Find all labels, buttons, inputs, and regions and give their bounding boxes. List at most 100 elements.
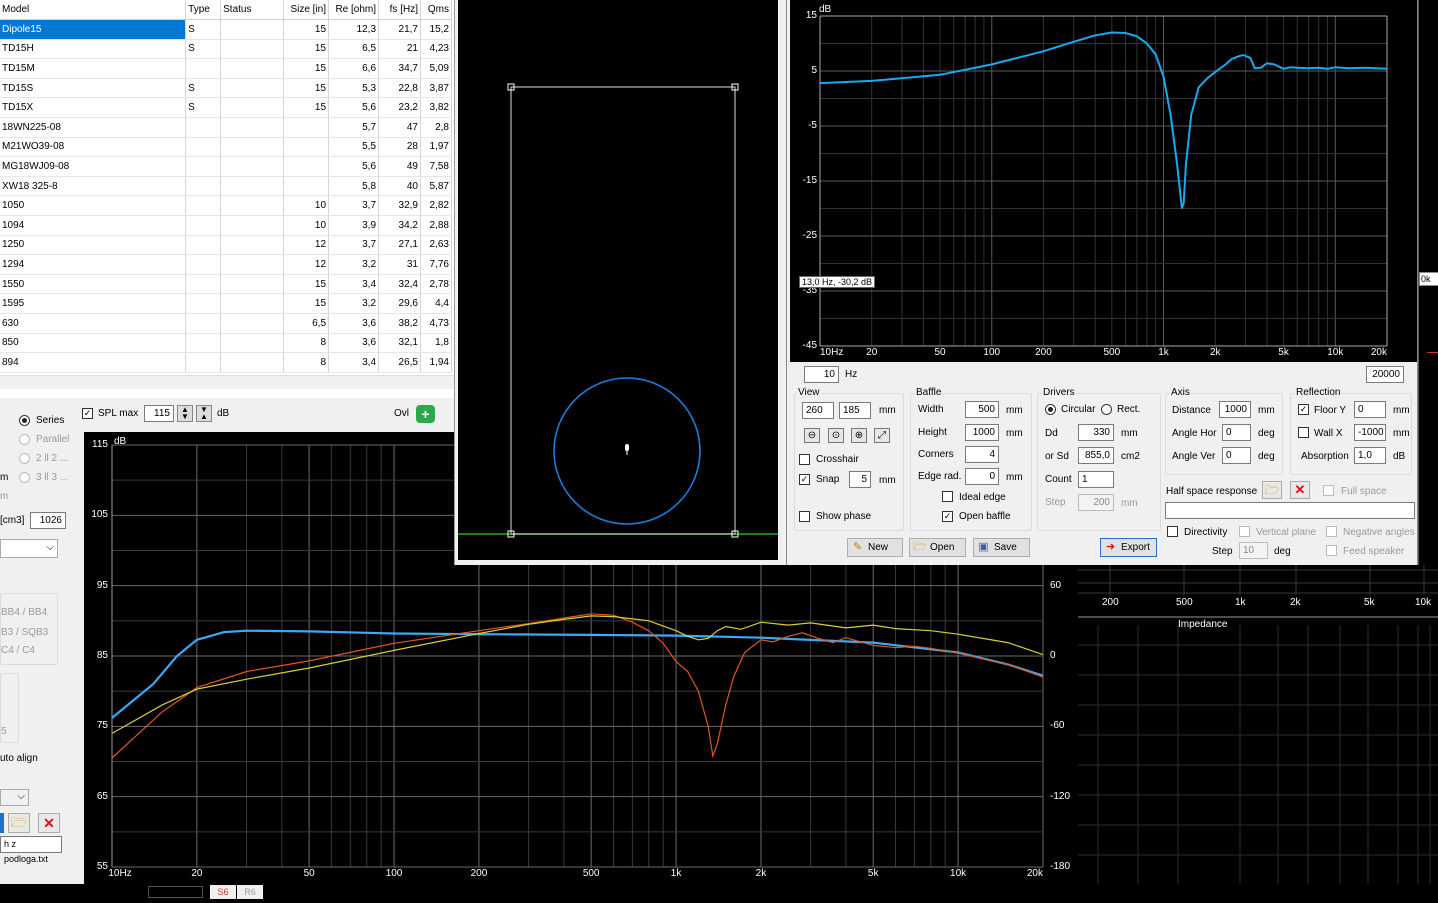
half-space-file-input[interactable] bbox=[1165, 502, 1415, 519]
distance-input[interactable]: 1000 bbox=[1219, 401, 1251, 418]
table-cell[interactable]: 3,82 bbox=[420, 97, 453, 119]
angle-hor-input[interactable]: 0 bbox=[1222, 424, 1251, 441]
table-cell[interactable]: 12 bbox=[283, 254, 330, 275]
col-header[interactable]: Size [in] bbox=[283, 0, 330, 21]
step-input[interactable]: 200 bbox=[1078, 494, 1114, 511]
cm3-input[interactable]: 1026 bbox=[30, 512, 66, 529]
table-cell[interactable]: 5,6 bbox=[328, 97, 380, 119]
table-cell[interactable]: S bbox=[185, 19, 222, 40]
table-cell[interactable] bbox=[185, 293, 222, 314]
angle-ver-input[interactable]: 0 bbox=[1222, 447, 1251, 464]
freq-min-input[interactable]: 10 bbox=[804, 366, 839, 383]
table-cell[interactable]: 5,09 bbox=[420, 58, 453, 79]
table-cell[interactable]: 2,78 bbox=[420, 274, 453, 295]
table-cell[interactable] bbox=[185, 137, 222, 158]
table-cell[interactable] bbox=[185, 156, 222, 177]
table-row[interactable]: 1550 15 3,4 32,4 2,78 bbox=[0, 274, 453, 295]
table-cell[interactable] bbox=[220, 19, 285, 40]
rect-radio[interactable] bbox=[1101, 404, 1112, 415]
open-button[interactable]: 🗁 Open bbox=[909, 538, 966, 557]
zoom-fit-icon[interactable]: ⊙ bbox=[828, 428, 844, 443]
absorption-input[interactable]: 1,0 bbox=[1354, 447, 1386, 464]
table-cell[interactable]: 3,4 bbox=[328, 274, 380, 295]
table-cell[interactable]: 850 bbox=[0, 333, 187, 354]
zoom-in-icon[interactable]: ⊕ bbox=[851, 428, 867, 443]
delete-icon[interactable]: ✕ bbox=[38, 813, 60, 833]
table-cell[interactable]: 1,8 bbox=[420, 333, 453, 354]
table-cell[interactable]: 894 bbox=[0, 352, 187, 373]
baffle-height-input[interactable]: 1000 bbox=[965, 424, 999, 441]
table-cell[interactable] bbox=[220, 313, 285, 334]
table-cell[interactable]: 34,7 bbox=[378, 58, 421, 79]
table-cell[interactable] bbox=[283, 176, 330, 197]
table-cell[interactable]: 40 bbox=[378, 176, 421, 197]
col-header[interactable]: Qms bbox=[420, 0, 453, 21]
add-curve-icon[interactable]: + bbox=[416, 405, 435, 423]
table-cell[interactable]: 31 bbox=[378, 254, 421, 275]
table-row[interactable]: TD15H S 15 6,5 21 4,23 bbox=[0, 39, 453, 60]
freq-max-input[interactable]: 20000 bbox=[1366, 366, 1404, 383]
table-cell[interactable]: 32,9 bbox=[378, 195, 421, 217]
table-cell[interactable] bbox=[185, 58, 222, 79]
table-cell[interactable]: 34,2 bbox=[378, 215, 421, 236]
table-cell[interactable]: S bbox=[185, 39, 222, 60]
table-cell[interactable] bbox=[220, 235, 285, 256]
table-cell[interactable]: 2,63 bbox=[420, 235, 453, 256]
table-row[interactable]: XW18 325-8 5,8 40 5,87 bbox=[0, 176, 453, 197]
tab-r6[interactable]: R6 bbox=[237, 885, 263, 899]
floor-input[interactable]: 0 bbox=[1354, 401, 1386, 418]
file-name-input[interactable]: h z podloga.txt bbox=[0, 836, 62, 864]
table-cell[interactable]: 6,6 bbox=[328, 58, 380, 79]
table-cell[interactable] bbox=[185, 313, 222, 334]
table-cell[interactable] bbox=[220, 215, 285, 236]
table-row[interactable]: M21WO39-08 5,5 28 1,97 bbox=[0, 137, 453, 158]
snap-checkbox[interactable]: ✓ bbox=[799, 474, 810, 485]
spl-stretch-icon[interactable]: ▼ ▲ bbox=[196, 405, 212, 422]
table-cell[interactable]: 2,82 bbox=[420, 195, 453, 217]
table-cell[interactable] bbox=[283, 156, 330, 177]
table-cell[interactable]: 12 bbox=[283, 235, 330, 256]
table-cell[interactable] bbox=[185, 274, 222, 295]
fullscreen-icon[interactable]: ⤢ bbox=[874, 428, 890, 443]
table-cell[interactable] bbox=[185, 215, 222, 236]
table-cell[interactable]: 29,6 bbox=[378, 293, 421, 314]
table-row[interactable]: 18WN225-08 5,7 47 2,8 bbox=[0, 117, 453, 138]
table-cell[interactable] bbox=[185, 254, 222, 275]
table-cell[interactable]: 10 bbox=[283, 215, 330, 236]
table-cell[interactable]: 630 bbox=[0, 313, 187, 334]
show-phase-checkbox[interactable] bbox=[799, 511, 810, 522]
table-cell[interactable]: 3,7 bbox=[328, 235, 380, 256]
table-cell[interactable]: 1,97 bbox=[420, 137, 453, 158]
spl-max-checkbox[interactable]: ✓ bbox=[82, 408, 93, 419]
table-cell[interactable]: 38,2 bbox=[378, 313, 421, 334]
table-cell[interactable]: 3,6 bbox=[328, 313, 380, 334]
table-cell[interactable] bbox=[185, 333, 222, 354]
table-cell[interactable]: 49 bbox=[378, 156, 421, 177]
table-cell[interactable] bbox=[220, 254, 285, 275]
folder-open-icon[interactable]: 🗁 bbox=[1262, 481, 1282, 499]
left-combo[interactable]: ⌵ bbox=[0, 789, 29, 806]
table-cell[interactable]: TD15S bbox=[0, 78, 187, 99]
table-cell[interactable]: 12,3 bbox=[328, 19, 380, 40]
opt-3p3-radio[interactable] bbox=[19, 472, 30, 483]
corners-input[interactable]: 4 bbox=[965, 446, 999, 463]
table-cell[interactable] bbox=[185, 117, 222, 138]
table-cell[interactable] bbox=[220, 195, 285, 217]
col-header[interactable]: Re [ohm] bbox=[328, 0, 380, 21]
table-cell[interactable]: 7,76 bbox=[420, 254, 453, 275]
table-cell[interactable]: 32,1 bbox=[378, 333, 421, 354]
table-cell[interactable]: 2,88 bbox=[420, 215, 453, 236]
table-cell[interactable]: 21,7 bbox=[378, 19, 421, 40]
table-cell[interactable]: 5,6 bbox=[328, 156, 380, 177]
table-row[interactable]: 1294 12 3,2 31 7,76 bbox=[0, 254, 453, 275]
table-cell[interactable]: 3,6 bbox=[328, 333, 380, 354]
table-row[interactable]: 894 8 3,4 26,5 1,94 bbox=[0, 352, 453, 373]
table-cell[interactable]: 1595 bbox=[0, 293, 187, 314]
snap-input[interactable]: 5 bbox=[849, 471, 871, 488]
table-cell[interactable]: 15 bbox=[283, 19, 330, 40]
table-row[interactable]: 1595 15 3,2 29,6 4,4 bbox=[0, 293, 453, 314]
table-cell[interactable]: 26,5 bbox=[378, 352, 421, 373]
table-cell[interactable] bbox=[220, 352, 285, 373]
edge-rad-input[interactable]: 0 bbox=[965, 468, 999, 485]
count-input[interactable]: 1 bbox=[1078, 471, 1114, 488]
